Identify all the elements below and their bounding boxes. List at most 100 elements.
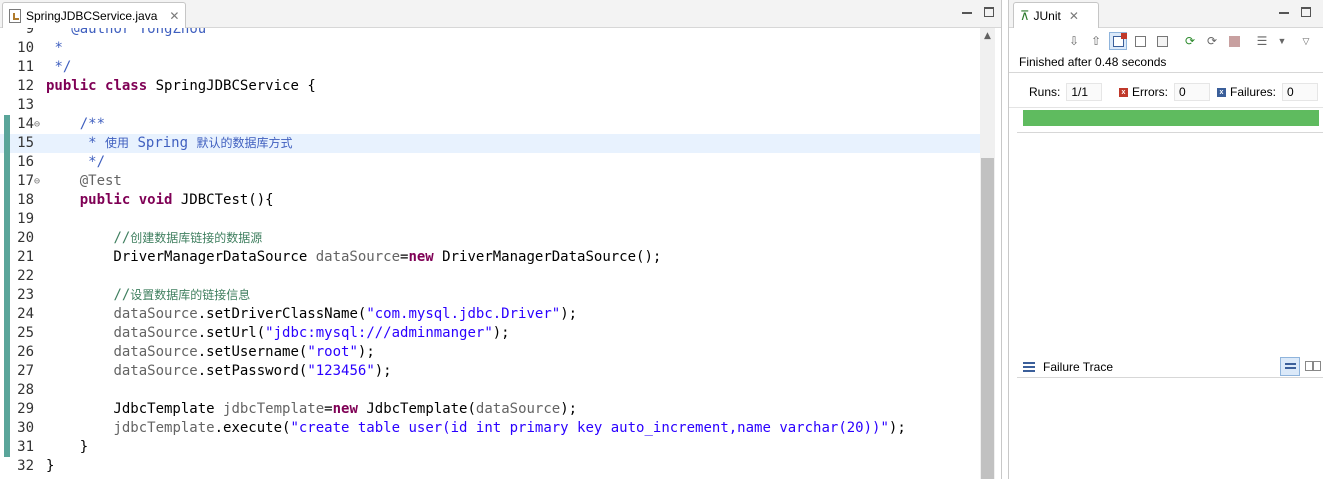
minimize-editor-button[interactable]: [962, 7, 972, 17]
scrollbar-thumb[interactable]: [981, 158, 994, 479]
code-line[interactable]: 21 DriverManagerDataSource dataSource=ne…: [0, 248, 980, 267]
failure-trace-list-icon: [1023, 361, 1035, 372]
fold-collapse-icon[interactable]: ⊖: [34, 115, 43, 134]
code-line[interactable]: 18 public void JDBCTest(){: [0, 191, 980, 210]
runs-counter: Runs: 1/1: [1029, 83, 1103, 101]
editor-vertical-scrollbar[interactable]: ▲: [980, 28, 995, 479]
minimize-junit-button[interactable]: [1279, 7, 1289, 17]
failures-counter: x Failures: 0: [1217, 83, 1319, 101]
code-line[interactable]: 31 }: [0, 438, 980, 457]
failure-trace-label: Failure Trace: [1043, 359, 1114, 374]
rerun-icon[interactable]: ⟳: [1181, 32, 1199, 50]
maximize-editor-button[interactable]: [984, 7, 994, 17]
line-number: 11: [17, 59, 34, 75]
code-text: public void JDBCTest(){: [79, 192, 274, 208]
line-number: 25: [17, 325, 34, 341]
junit-status-text: Finished after 0.48 seconds: [1019, 55, 1167, 69]
code-line[interactable]: 16 */: [0, 153, 980, 172]
code-line[interactable]: 32}: [0, 457, 980, 476]
code-line[interactable]: 25 dataSource.setUrl("jdbc:mysql:///admi…: [0, 324, 980, 343]
code-text: DriverManagerDataSource dataSource=new D…: [46, 249, 662, 265]
line-number: 28: [17, 382, 34, 398]
compare-results-icon[interactable]: [1302, 357, 1322, 376]
failure-icon: x: [1217, 87, 1226, 97]
errors-value: 0: [1174, 83, 1210, 101]
line-number: 13: [17, 97, 34, 113]
code-line[interactable]: 30 jdbcTemplate.execute("create table us…: [0, 419, 980, 438]
code-line[interactable]: 23 //设置数据库的链接信息: [0, 286, 980, 305]
code-text-area[interactable]: 9 @author YongZhou 10 * 11 */12 public clas…: [0, 28, 980, 479]
line-number: 26: [17, 344, 34, 360]
errors-label: Errors:: [1132, 85, 1168, 99]
line-number: 12: [17, 78, 34, 94]
code-line[interactable]: 24 dataSource.setDriverClassName("com.my…: [0, 305, 980, 324]
code-line[interactable]: 11 */: [0, 58, 980, 77]
code-line[interactable]: 22: [0, 267, 980, 286]
code-text: * 使用 Spring 默认的数据库方式: [88, 135, 293, 151]
failures-value: 0: [1282, 83, 1319, 101]
junit-tab[interactable]: ⊼ JUnit ✕: [1013, 2, 1099, 28]
filter-stack-trace-icon[interactable]: [1280, 357, 1300, 376]
stop-icon[interactable]: [1225, 32, 1243, 50]
show-failures-only-icon[interactable]: [1109, 32, 1127, 50]
code-text: //设置数据库的链接信息: [113, 287, 251, 303]
code-line[interactable]: 29 JdbcTemplate jdbcTemplate=new JdbcTem…: [0, 400, 980, 419]
code-line[interactable]: 14 ⊖ /**: [0, 115, 980, 134]
line-number: 17: [17, 173, 34, 189]
error-icon: x: [1119, 87, 1128, 97]
scroll-lock-icon[interactable]: [1131, 32, 1149, 50]
code-line[interactable]: 17 ⊖ @Test: [0, 172, 980, 191]
show-skipped-icon[interactable]: [1153, 32, 1171, 50]
failures-label: Failures:: [1230, 85, 1277, 99]
test-progress-fill: [1023, 110, 1319, 126]
code-line[interactable]: 9 @author YongZhou: [0, 28, 980, 39]
code-line[interactable]: 15 * 使用 Spring 默认的数据库方式: [0, 134, 980, 153]
code-text: /**: [79, 116, 106, 132]
line-number: 21: [17, 249, 34, 265]
line-number: 19: [17, 211, 34, 227]
code-line[interactable]: 20 //创建数据库链接的数据源: [0, 229, 980, 248]
line-number: 23: [17, 287, 34, 303]
failure-trace-header: Failure Trace: [1017, 356, 1323, 378]
scroll-up-arrow-icon[interactable]: ▲: [980, 28, 995, 44]
code-text: jdbcTemplate.execute("create table user(…: [113, 420, 906, 436]
code-line[interactable]: 27 dataSource.setPassword("123456");: [0, 362, 980, 381]
code-line[interactable]: 10 *: [0, 39, 980, 58]
code-text: dataSource.setPassword("123456");: [113, 363, 392, 379]
code-text: JdbcTemplate jdbcTemplate=new JdbcTempla…: [46, 401, 578, 417]
code-text: @Test: [79, 173, 122, 189]
code-text: @author YongZhou: [71, 28, 207, 37]
runs-value: 1/1: [1066, 83, 1103, 101]
junit-counters: Runs: 1/1 x Errors: 0 x Failures: 0: [1009, 72, 1323, 108]
history-dropdown-icon[interactable]: ▼: [1273, 32, 1291, 50]
code-line[interactable]: 13: [0, 96, 980, 115]
previous-failure-icon[interactable]: ⇧: [1087, 32, 1105, 50]
view-menu-icon[interactable]: ▽: [1297, 32, 1315, 50]
line-number: 24: [17, 306, 34, 322]
junit-tab-bar: ⊼ JUnit ✕: [1009, 0, 1323, 28]
test-progress-bar: [1023, 110, 1319, 126]
code-line[interactable]: 12 public class SpringJDBCService {: [0, 77, 980, 96]
junit-icon: ⊼: [1020, 7, 1030, 23]
line-number: 18: [17, 192, 34, 208]
maximize-junit-button[interactable]: [1301, 7, 1311, 17]
errors-counter: x Errors: 0: [1119, 83, 1210, 101]
java-file-icon: [9, 8, 21, 23]
fold-collapse-icon[interactable]: ⊖: [34, 172, 43, 191]
history-icon[interactable]: ☰: [1253, 32, 1271, 50]
test-results-tree[interactable]: [1017, 132, 1323, 353]
code-editor-pane: SpringJDBCService.java ✕ 9 @author YongZ…: [0, 0, 1002, 479]
code-text: dataSource.setDriverClassName("com.mysql…: [113, 306, 578, 322]
close-icon[interactable]: ✕: [1069, 9, 1079, 23]
code-line[interactable]: 28: [0, 381, 980, 400]
rerun-failures-first-icon[interactable]: ⟳: [1203, 32, 1221, 50]
code-text: //创建数据库链接的数据源: [113, 230, 263, 246]
close-icon[interactable]: ✕: [169, 9, 179, 23]
line-number: 27: [17, 363, 34, 379]
runs-label: Runs:: [1029, 85, 1061, 99]
next-failure-icon[interactable]: ⇩: [1065, 32, 1083, 50]
code-line[interactable]: 19: [0, 210, 980, 229]
code-line[interactable]: 26 dataSource.setUsername("root");: [0, 343, 980, 362]
editor-tab-springjdbcservice[interactable]: SpringJDBCService.java ✕: [2, 2, 186, 28]
line-number: 31: [17, 439, 34, 455]
